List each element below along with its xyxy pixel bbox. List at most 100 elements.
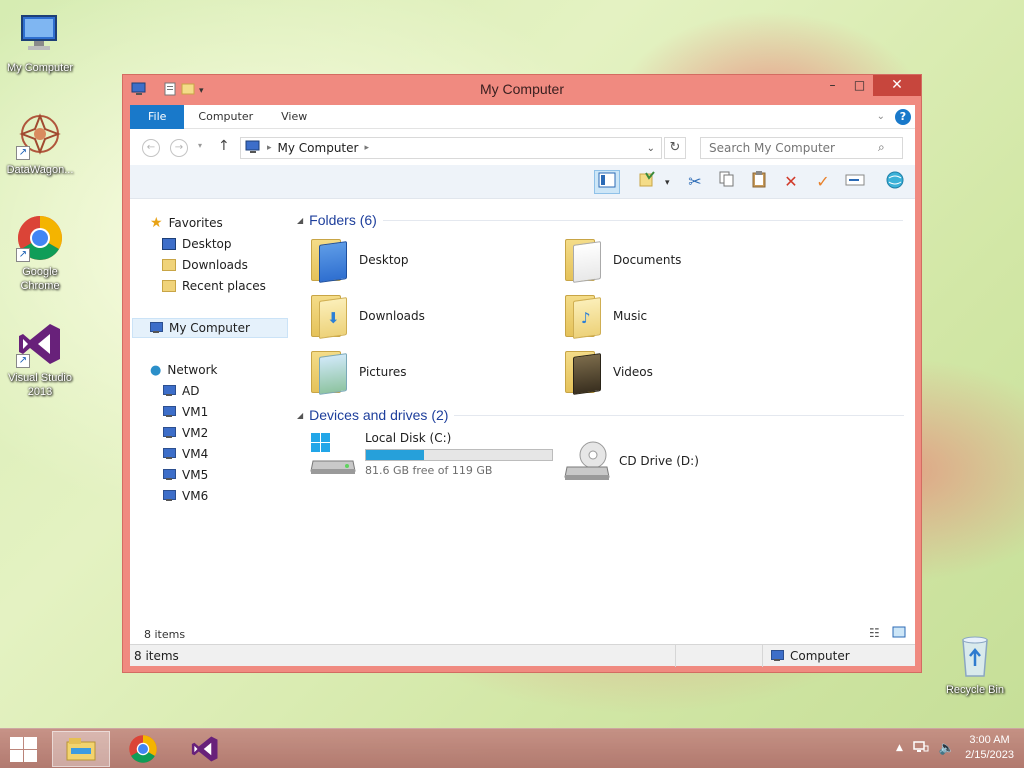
desktop-icon-my-computer[interactable]: My Computer <box>0 10 80 75</box>
large-icons-view-button[interactable] <box>892 626 906 641</box>
computer-icon <box>162 427 176 439</box>
downloads-folder-icon: ⬇ <box>309 293 351 339</box>
details-view-button[interactable]: ☷ <box>869 626 880 640</box>
navigation-pane: ★ Favorites Desktop Downloads Recent pla… <box>130 199 290 629</box>
folder-downloads[interactable]: ⬇ Downloads <box>309 293 425 339</box>
tile-label: Music <box>613 309 648 323</box>
delete-button[interactable]: ✕ <box>778 170 804 194</box>
nav-network[interactable]: ● Network <box>150 360 217 380</box>
copy-button[interactable] <box>714 170 740 194</box>
nav-network-ad[interactable]: AD <box>162 381 199 401</box>
taskbar-file-explorer[interactable] <box>52 731 110 767</box>
pictures-folder-icon <box>309 349 351 395</box>
desktop-icon-recycle-bin[interactable]: Recycle Bin <box>935 632 1015 697</box>
clock[interactable]: 3:00 AM 2/15/2023 <box>965 733 1014 763</box>
search-input[interactable] <box>700 137 903 159</box>
nav-label: VM5 <box>182 468 209 482</box>
status-items: 8 items <box>134 649 179 663</box>
network-tray-icon[interactable] <box>913 740 929 757</box>
items-count-row: 8 items ☷ <box>130 626 915 644</box>
group-header-folders[interactable]: ◢ Folders (6) <box>297 212 903 228</box>
address-bar[interactable]: ▸ My Computer ▸ ⌄ <box>240 137 662 159</box>
computer-icon <box>162 385 176 397</box>
nav-network-vm5[interactable]: VM5 <box>162 465 208 485</box>
nav-label: Desktop <box>182 237 232 251</box>
group-header-devices[interactable]: ◢ Devices and drives (2) <box>297 407 905 423</box>
expand-ribbon-icon[interactable]: ⌄ <box>877 111 885 122</box>
drive-cd-d[interactable]: CD Drive (D:) <box>563 439 699 483</box>
tab-file[interactable]: File <box>130 104 185 129</box>
chevron-down-icon[interactable]: ▾ <box>665 178 670 188</box>
collapse-triangle-icon[interactable]: ◢ <box>297 216 303 225</box>
desktop-folder-icon <box>309 237 351 283</box>
refresh-button[interactable]: ↻ <box>664 137 686 159</box>
nav-network-vm2[interactable]: VM2 <box>162 423 208 443</box>
nav-my-computer[interactable]: My Computer <box>132 318 288 338</box>
recent-locations-icon[interactable]: ▾ <box>198 141 202 150</box>
desktop-icon-datawagon[interactable]: ↗ DataWagon... <box>0 112 80 177</box>
folder-music[interactable]: ♪ Music <box>563 293 647 339</box>
desktop-icon-google-chrome[interactable]: ↗ Google Chrome <box>0 214 80 293</box>
nav-network-vm1[interactable]: VM1 <box>162 402 208 422</box>
cut-button[interactable]: ✂ <box>682 170 708 194</box>
help-icon[interactable]: ? <box>895 108 911 125</box>
start-button[interactable] <box>8 736 38 762</box>
folder-desktop[interactable]: Desktop <box>309 237 409 283</box>
select-button[interactable]: ✓ <box>810 170 836 194</box>
collapse-triangle-icon[interactable]: ◢ <box>297 411 303 420</box>
up-button[interactable]: ↑ <box>218 138 230 154</box>
nav-label: VM1 <box>182 405 209 419</box>
close-button[interactable]: ✕ <box>873 75 921 96</box>
drive-free-space: 81.6 GB free of 119 GB <box>365 464 493 477</box>
folder-documents[interactable]: Documents <box>563 237 681 283</box>
nav-network-vm4[interactable]: VM4 <box>162 444 208 464</box>
disk-usage-fill <box>366 450 425 460</box>
tile-label: Documents <box>613 253 682 267</box>
minimize-button[interactable]: – <box>819 75 846 96</box>
taskbar-visual-studio[interactable] <box>176 731 234 767</box>
nav-favorites[interactable]: ★ Favorites <box>150 213 223 233</box>
breadcrumb-my-computer[interactable]: My Computer <box>278 141 359 155</box>
breadcrumb-separator-icon[interactable]: ▸ <box>267 143 272 153</box>
rename-button[interactable] <box>842 170 868 194</box>
forward-button[interactable]: → <box>170 139 188 157</box>
nav-label: Downloads <box>182 258 248 272</box>
desktop-icon-visual-studio[interactable]: ↗ Visual Studio 2013 <box>0 320 80 399</box>
cd-drive-icon <box>564 441 610 480</box>
address-dropdown-icon[interactable]: ⌄ <box>647 143 655 154</box>
back-button[interactable]: ← <box>142 139 160 157</box>
recycle-bin-icon <box>951 632 999 680</box>
visual-studio-icon <box>191 736 218 762</box>
properties-button[interactable] <box>634 170 660 194</box>
folder-pictures[interactable]: Pictures <box>309 349 407 395</box>
nav-favorite-downloads[interactable]: Downloads <box>162 255 248 275</box>
star-icon: ★ <box>150 215 163 231</box>
maximize-button[interactable]: □ <box>846 75 873 96</box>
nav-network-vm6[interactable]: VM6 <box>162 486 208 506</box>
nav-favorite-recent-places[interactable]: Recent places <box>162 276 266 296</box>
nav-label: Recent places <box>182 279 266 293</box>
tile-label: Downloads <box>359 309 425 323</box>
title-bar[interactable]: ▾ My Computer – □ ✕ <box>123 75 921 104</box>
computer-icon <box>245 140 261 157</box>
videos-folder-icon <box>563 349 605 395</box>
network-globe-icon[interactable] <box>882 170 908 194</box>
nav-favorite-desktop[interactable]: Desktop <box>162 234 232 254</box>
drive-local-disk-c[interactable]: Local Disk (C:) 81.6 GB free of 119 GB <box>309 431 553 477</box>
shortcut-arrow-icon: ↗ <box>16 354 30 368</box>
tile-label: Videos <box>613 365 653 379</box>
volume-icon[interactable]: 🔈 <box>939 741 955 756</box>
folder-videos[interactable]: Videos <box>563 349 653 395</box>
ribbon-tabs: File Computer View ⌄ ? <box>130 104 915 129</box>
breadcrumb-separator-icon[interactable]: ▸ <box>364 143 369 153</box>
tab-computer[interactable]: Computer <box>184 105 267 129</box>
computer-icon <box>16 10 64 58</box>
computer-icon <box>162 406 176 418</box>
preview-pane-button[interactable] <box>594 170 620 194</box>
tab-view[interactable]: View <box>267 105 321 129</box>
taskbar-chrome[interactable] <box>114 731 172 767</box>
show-hidden-icons-button[interactable]: ▲ <box>896 743 903 753</box>
nav-label: VM4 <box>182 447 209 461</box>
downloads-folder-icon <box>162 259 176 271</box>
paste-button[interactable] <box>746 170 772 194</box>
